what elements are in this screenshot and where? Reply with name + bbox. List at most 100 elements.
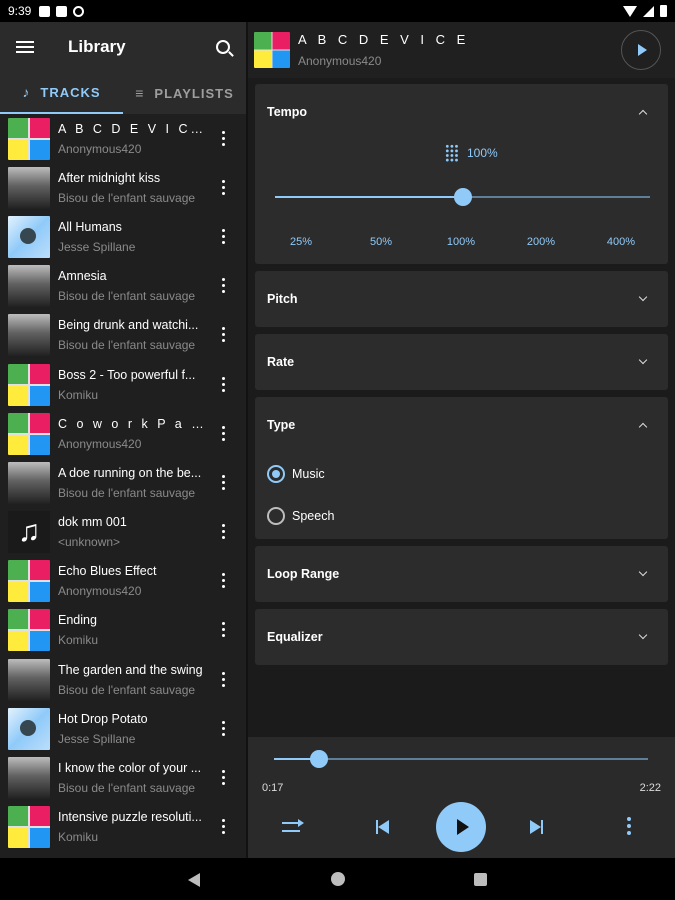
track-title: Intensive puzzle resoluti... [58, 810, 202, 825]
track-item[interactable]: After midnight kiss Bisou de l'enfant sau… [0, 163, 246, 212]
more-vert-icon[interactable] [222, 179, 226, 196]
track-item[interactable]: Ending Komiku [0, 606, 246, 655]
play-icon [638, 44, 647, 56]
track-title: Echo Blues Effect [58, 564, 157, 579]
album-art [8, 707, 50, 750]
radio-speech[interactable] [267, 507, 285, 525]
track-title: The garden and the swing [58, 662, 203, 677]
more-vert-icon[interactable] [222, 278, 226, 294]
back-icon[interactable] [188, 873, 200, 887]
track-artist: Anonymous420 [58, 584, 142, 599]
menu-icon[interactable] [16, 41, 34, 53]
more-vert-icon[interactable] [222, 376, 226, 393]
equalizer-card: Equalizer [255, 609, 668, 665]
tempo-header[interactable]: Tempo [267, 84, 656, 140]
track-item[interactable]: Being drunk and watchi... Bisou de l'enfa… [0, 311, 246, 360]
track-artist: Bisou de l'enfant sauvage [58, 781, 196, 796]
tempo-mark[interactable]: 50% [370, 236, 392, 248]
track-title: Being drunk and watchi... [58, 318, 199, 333]
music-note-icon: ♪ [22, 84, 31, 100]
system-icons [623, 5, 667, 17]
skip-next-icon[interactable] [530, 820, 546, 834]
loop-range-header[interactable]: Loop Range [267, 546, 656, 602]
tab-playlists[interactable]: ≡ PLAYLISTS [123, 72, 246, 114]
chevron-down-icon [638, 567, 648, 577]
track-artist: Komiku [58, 830, 99, 845]
tab-tracks[interactable]: ♪ TRACKS [0, 72, 123, 114]
library-toolbar: Library [0, 22, 246, 72]
tempo-mark[interactable]: 200% [527, 236, 555, 248]
duration-time: 2:22 [639, 782, 661, 794]
tempo-slider-thumb[interactable] [454, 188, 472, 206]
signal-icon [643, 5, 654, 17]
track-item[interactable]: A B C D E V I C E Anonymous420 [0, 114, 246, 163]
pitch-header[interactable]: Pitch [267, 271, 656, 327]
progress-slider-thumb[interactable] [310, 750, 328, 768]
play-button[interactable] [436, 802, 486, 852]
track-item[interactable]: All Humans Jesse Spillane [0, 212, 246, 261]
notification-icon [39, 5, 51, 17]
more-vert-icon[interactable] [222, 720, 226, 737]
type-card: Type Music Speech [255, 397, 668, 539]
player-controls: 0:17 2:22 [248, 737, 675, 858]
more-vert-icon[interactable] [222, 671, 226, 688]
recents-icon[interactable] [474, 873, 487, 886]
track-item[interactable]: ♫ dok mm 001 <unknown> [0, 508, 246, 557]
more-options-icon[interactable] [627, 817, 631, 835]
radio-music[interactable] [267, 465, 285, 483]
track-item[interactable]: Hot Drop Potato Jesse Spillane [0, 704, 246, 753]
tab-tracks-label: TRACKS [40, 84, 101, 100]
now-playing-header[interactable]: A B C D E V I C E Anonymous420 [248, 22, 675, 78]
album-art [8, 363, 50, 406]
track-item[interactable]: Boss 2 - Too powerful f... Komiku [0, 360, 246, 409]
header-play-button[interactable] [621, 30, 661, 70]
track-item[interactable]: Amnesia Bisou de l'enfant sauvage [0, 262, 246, 311]
album-art [8, 658, 50, 701]
track-item[interactable]: Intensive puzzle resoluti... Komiku [0, 803, 246, 852]
type-option-music[interactable]: Music [267, 453, 656, 495]
progress-slider-track[interactable] [274, 758, 648, 760]
more-vert-icon[interactable] [222, 622, 226, 638]
track-item[interactable]: A doe running on the be... Bisou de l'enf… [0, 458, 246, 507]
more-vert-icon[interactable] [222, 228, 226, 245]
album-art [8, 560, 50, 603]
more-vert-icon[interactable] [222, 425, 226, 442]
more-vert-icon[interactable] [222, 524, 226, 540]
more-vert-icon[interactable] [222, 474, 226, 491]
track-item[interactable]: Echo Blues Effect Anonymous420 [0, 557, 246, 606]
type-option-speech[interactable]: Speech [267, 495, 656, 537]
track-artist: Bisou de l'enfant sauvage [58, 289, 196, 304]
track-title: Ending [58, 613, 97, 628]
type-label: Type [267, 418, 296, 432]
more-vert-icon[interactable] [222, 819, 226, 835]
music-note-icon: ♫ [8, 511, 50, 554]
track-item[interactable]: I know the color of your ... Bisou de l'e… [0, 753, 246, 802]
settings-cards: Tempo 100% 25% 50% 100% 200% 400% Pitch [248, 78, 675, 665]
more-vert-icon[interactable] [222, 327, 226, 343]
track-artist: Bisou de l'enfant sauvage [58, 682, 196, 697]
track-list: A B C D E V I C E Anonymous420 After midni… [0, 114, 246, 852]
tempo-mark[interactable]: 100% [447, 236, 475, 248]
equalizer-header[interactable]: Equalizer [267, 609, 656, 665]
search-icon[interactable] [216, 40, 230, 54]
player-panel: A B C D E V I C E Anonymous420 Tempo 100… [248, 22, 675, 858]
album-art [8, 806, 50, 849]
rate-header[interactable]: Rate [267, 334, 656, 390]
track-artist: <unknown> [58, 535, 121, 550]
track-artist: Anonymous420 [58, 141, 142, 156]
tempo-mark[interactable]: 25% [290, 236, 312, 248]
more-vert-icon[interactable] [222, 573, 226, 589]
equalizer-label: Equalizer [267, 630, 323, 644]
track-item[interactable]: The garden and the swing Bisou de l'enfan… [0, 655, 246, 704]
more-vert-icon[interactable] [222, 770, 226, 786]
home-icon[interactable] [331, 872, 345, 886]
tempo-mark[interactable]: 400% [607, 236, 635, 248]
track-title: Amnesia [58, 269, 107, 284]
shuffle-icon[interactable] [282, 819, 304, 835]
skip-previous-icon[interactable] [376, 820, 392, 834]
tempo-value[interactable]: 100% [445, 144, 498, 162]
more-vert-icon[interactable] [222, 130, 226, 147]
type-header[interactable]: Type [267, 397, 656, 453]
track-item[interactable]: C o w o r k P a r t... Anonymous420 [0, 409, 246, 458]
tempo-label: Tempo [267, 105, 308, 119]
